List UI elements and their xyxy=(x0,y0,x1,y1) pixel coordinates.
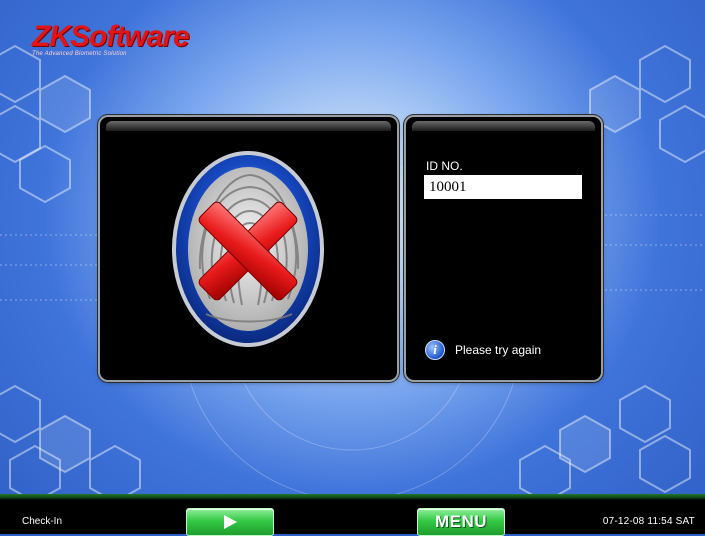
bottom-status-bar xyxy=(0,494,705,534)
brand-logo: ZKSoftware The Advanced Biometric Soluti… xyxy=(32,20,190,57)
status-message: i Please try again xyxy=(425,340,541,360)
id-number-label: ID NO. xyxy=(426,159,463,173)
date-time-display: 07-12-08 11:54 SAT xyxy=(602,516,695,527)
bottom-bar-inner xyxy=(6,500,699,534)
brand-name: ZKSoftware xyxy=(32,20,190,53)
info-icon: i xyxy=(425,340,445,360)
next-button[interactable] xyxy=(186,508,274,536)
verification-result-panel xyxy=(100,117,397,380)
id-info-panel: ID NO. i Please try again xyxy=(406,117,601,380)
status-message-text: Please try again xyxy=(455,343,542,357)
id-number-field[interactable] xyxy=(424,175,582,199)
panel-header-bar xyxy=(106,121,391,131)
fingerprint-reject-icon xyxy=(172,151,324,347)
menu-button[interactable]: MENU xyxy=(417,508,505,536)
play-arrow-icon xyxy=(223,515,237,529)
panel-header-bar xyxy=(412,121,595,131)
attendance-mode-label: Check-In xyxy=(22,516,63,527)
